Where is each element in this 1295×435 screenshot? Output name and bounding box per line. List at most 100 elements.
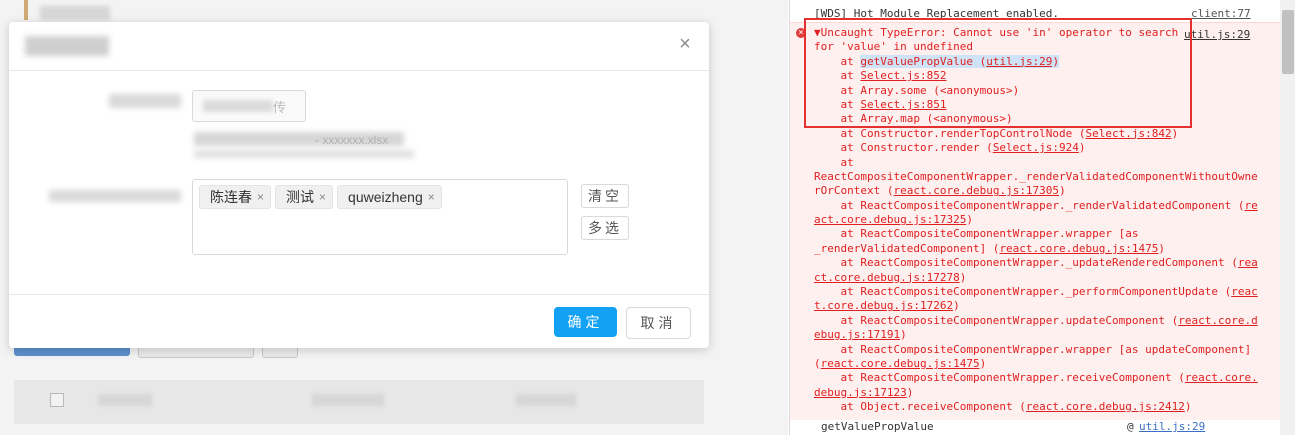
stack-frame: ct.core.debug.js:17278) <box>814 271 1276 285</box>
stack-frame-source-link[interactable]: re <box>1244 199 1257 212</box>
stack-frame-text: ) <box>959 270 967 284</box>
stack-frame-source-link[interactable]: ebug.js:17191 <box>814 328 900 341</box>
log-source-link[interactable]: client:77 <box>1191 7 1251 20</box>
stack-frame-source-link[interactable]: t.core.debug.js:17262 <box>814 299 953 312</box>
stack-frame: at Constructor.renderTopControlNode (Sel… <box>814 127 1276 141</box>
tag-item: quweizheng × <box>337 185 442 209</box>
stack-frame: at Select.js:851 <box>814 98 1276 112</box>
stack-frame-text: ) <box>1158 241 1166 255</box>
upload-button[interactable]: 传 <box>192 90 306 122</box>
stack-frame-text: ) <box>1059 184 1066 198</box>
stack-frame: debug.js:17123) <box>814 386 1276 400</box>
close-icon[interactable]: × <box>675 34 695 54</box>
stack-frame-text: ) <box>900 328 907 342</box>
error-message-line: for 'value' in undefined <box>814 40 973 54</box>
modal-dialog: × 传 - xxxxxxx.xlsx 陈连春 × 测试 × quweizheng… <box>9 22 709 348</box>
footer-source-link[interactable]: util.js:29 <box>1139 420 1205 433</box>
upload-text-redacted <box>203 100 273 112</box>
tag-remove-icon[interactable]: × <box>257 190 264 204</box>
stack-frame: rOrContext (react.core.debug.js:17305) <box>814 184 1276 198</box>
stack-frame-text: rOrContext ( <box>814 184 894 198</box>
stack-frame: at ReactCompositeComponentWrapper._rende… <box>814 199 1276 213</box>
stack-frame: _renderValidatedComponent] (react.core.d… <box>814 242 1276 256</box>
stack-frame: at getValuePropValue (util.js:29) <box>814 54 1276 69</box>
stack-frame-function: getValuePropValue ( <box>860 54 987 68</box>
stack-frame-source-link[interactable]: debug.js:17123 <box>814 386 907 399</box>
modal-title-redacted <box>25 36 109 56</box>
stack-frame-source-link[interactable]: react.core.debug.js:1475 <box>999 242 1158 255</box>
stack-frame-source-link[interactable]: react.core.debug.js:2412 <box>1026 400 1185 413</box>
stack-frame-text: at <box>814 155 854 169</box>
blurred-column-header <box>312 394 384 406</box>
background-blurred-heading <box>40 6 110 20</box>
stack-frame: at Array.some (<anonymous>) <box>814 84 1276 98</box>
cancel-button[interactable]: 取消 <box>626 307 691 339</box>
stack-frame-source-link[interactable]: Select.js:842 <box>1086 127 1172 140</box>
footer-at-sign: @ <box>1127 420 1134 433</box>
stack-frame: ReactCompositeComponentWrapper._renderVa… <box>814 170 1276 184</box>
blurred-column-header <box>98 394 152 406</box>
console-message-log: [WDS] Hot Module Replacement enabled. cl… <box>790 0 1280 23</box>
stack-frame: at ReactCompositeComponentWrapper.wrappe… <box>814 227 1276 241</box>
stack-frame-text: _renderValidatedComponent] ( <box>814 241 1000 255</box>
stack-frame: at <box>814 156 1276 170</box>
table-select-all-checkbox <box>50 393 64 407</box>
tag-remove-icon[interactable]: × <box>319 190 326 204</box>
stack-frame: at ReactCompositeComponentWrapper.wrappe… <box>814 343 1276 357</box>
tag-label: quweizheng <box>348 189 423 205</box>
stack-frame-text: at ReactCompositeComponentWrapper._perfo… <box>814 285 1232 299</box>
stack-frame: at ReactCompositeComponentWrapper._perfo… <box>814 285 1276 299</box>
stack-frame-source-link[interactable]: reac <box>1231 285 1258 298</box>
modal-footer: 确定 取消 <box>9 294 709 349</box>
stack-frame-source-link[interactable]: util.js:29 <box>986 54 1053 68</box>
select-label-redacted <box>49 190 181 202</box>
blurred-column-header <box>516 394 576 406</box>
stack-frame-source-link[interactable]: react.core. <box>1185 371 1258 384</box>
error-source-link[interactable]: util.js:29 <box>1184 28 1251 41</box>
multi-select-button[interactable]: 多选 <box>581 216 629 240</box>
stack-frame-text: ) <box>906 385 914 399</box>
upload-hint-redacted-line <box>194 150 414 158</box>
stack-frame-text: at Object.receiveComponent ( <box>814 400 1026 414</box>
upload-label-redacted <box>109 94 181 108</box>
devtools-console: [WDS] Hot Module Replacement enabled. cl… <box>789 0 1295 435</box>
stack-frame-source-link[interactable]: Select.js:851 <box>860 98 946 111</box>
modal-header: × <box>9 22 709 71</box>
stack-frame-text: at <box>814 97 861 111</box>
stack-frame-text: ) <box>953 299 960 313</box>
stack-frame-source-link[interactable]: act.core.debug.js:17325 <box>814 213 966 226</box>
stack-frame-text: ReactCompositeComponentWrapper._renderVa… <box>814 169 1258 183</box>
stack-frame-text: ) <box>1171 126 1179 140</box>
tag-remove-icon[interactable]: × <box>428 190 435 204</box>
clear-button[interactable]: 清空 <box>581 184 629 208</box>
stack-frame: (react.core.debug.js:1475) <box>814 357 1276 371</box>
stack-frame: at ReactCompositeComponentWrapper.update… <box>814 314 1276 328</box>
background-accent-bar <box>24 0 28 20</box>
stack-frame-text: at <box>814 54 861 68</box>
stack-frame-text: at Array.some (<anonymous>) <box>814 83 1020 97</box>
stack-frame-text: at ReactCompositeComponentWrapper.update… <box>814 313 1179 327</box>
stack-frame-text: at ReactCompositeComponentWrapper._rende… <box>814 198 1245 212</box>
stack-frame-source-link[interactable]: Select.js:924 <box>993 141 1079 154</box>
stack-frame-text: at Array.map (<anonymous>) <box>814 112 1013 126</box>
stack-frame-source-link[interactable]: react.core.debug.js:1475 <box>821 357 980 370</box>
stack-frame-text: at ReactCompositeComponentWrapper.wrappe… <box>814 227 1139 241</box>
upload-hint-text: - xxxxxxx.xlsx <box>315 133 389 147</box>
stack-frame-source-link[interactable]: ct.core.debug.js:17278 <box>814 271 960 284</box>
stack-frame-source-link[interactable]: Select.js:852 <box>860 69 946 82</box>
user-multi-select[interactable]: 陈连春 × 测试 × quweizheng × <box>192 179 568 255</box>
log-text: [WDS] Hot Module Replacement enabled. <box>814 7 1060 20</box>
stack-frame: ebug.js:17191) <box>814 328 1276 342</box>
stack-frame: t.core.debug.js:17262) <box>814 299 1276 313</box>
stack-frame-source-link[interactable]: rea <box>1238 256 1258 269</box>
stack-frame-source-link[interactable]: react.core.d <box>1178 314 1257 327</box>
stack-frame-text: at Constructor.renderTopControlNode ( <box>814 126 1086 140</box>
console-scrollbar-thumb[interactable] <box>1282 10 1294 74</box>
stack-frame-source-link[interactable]: react.core.debug.js:17305 <box>893 184 1059 197</box>
stack-frame: at Object.receiveComponent (react.core.d… <box>814 400 1276 414</box>
stack-frame-text: ) <box>979 356 987 370</box>
stack-frame-text: at ReactCompositeComponentWrapper.wrappe… <box>814 342 1252 356</box>
stack-frame-text: ) <box>1078 141 1086 155</box>
tag-label: 陈连春 <box>210 189 252 205</box>
ok-button[interactable]: 确定 <box>554 307 617 337</box>
